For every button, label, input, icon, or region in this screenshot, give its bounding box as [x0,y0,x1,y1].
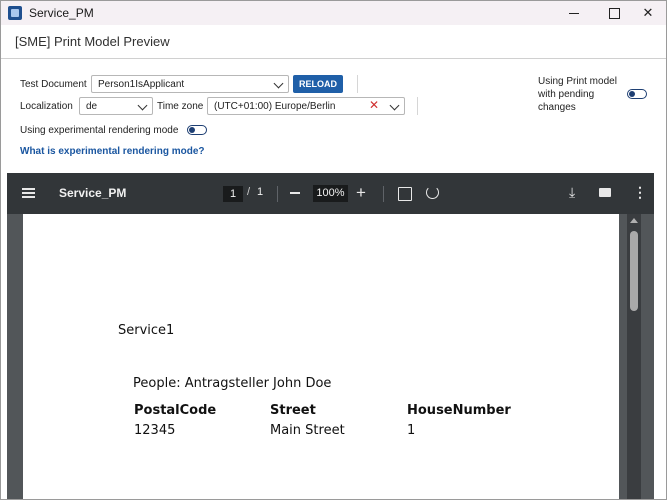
timezone-label: Time zone [157,101,204,112]
pdf-title: Service_PM [59,186,127,200]
localization-value: de [86,100,98,112]
localization-select[interactable]: de [79,97,153,115]
zoom-in-icon[interactable]: + [356,184,366,201]
download-icon[interactable]: ⤓ [569,184,575,201]
page-total: 1 [257,186,264,198]
zoom-level-input[interactable]: 100% [313,185,348,202]
experimental-mode-label: Using experimental rendering mode [20,125,179,136]
cell-postalcode: 12345 [134,423,176,438]
experimental-mode-toggle[interactable] [187,125,207,135]
vertical-scrollbar[interactable] [627,214,641,499]
divider [417,97,418,115]
toolbar-divider [277,186,278,202]
pdf-toolbar: Service_PM 1 / 1 100% + ⤓ ⋮ [7,173,654,214]
preview-settings-form: Test Document Person1IsApplicant RELOAD … [1,59,666,171]
timezone-value: (UTC+01:00) Europe/Berlin [214,100,336,112]
people-line: People: Antragsteller John Doe [133,376,332,391]
chevron-down-icon [389,100,400,111]
pending-changes-toggle[interactable] [627,89,647,99]
toggle-knob [189,126,195,133]
print-icon[interactable] [599,188,611,197]
close-button[interactable]: ✕ [625,1,666,25]
dialog-header: [SME] Print Model Preview [1,25,666,59]
close-icon: ✕ [642,5,654,20]
title-bar: Service_PM ✕ [1,1,666,25]
reload-button[interactable]: RELOAD [293,75,343,93]
more-icon[interactable]: ⋮ [633,184,647,201]
page-title: [SME] Print Model Preview [15,34,170,49]
test-document-value: Person1IsApplicant [98,78,185,90]
toolbar-divider [383,186,384,202]
cell-street: Main Street [270,423,345,438]
menu-icon[interactable] [21,186,35,200]
minimize-icon [569,12,579,14]
app-window: Service_PM ✕ [SME] Print Model Preview T… [0,0,667,500]
fit-page-icon[interactable] [398,187,412,201]
column-header-street: Street [270,403,316,418]
pending-changes-label: Using Print model with pending changes [538,76,617,113]
chevron-down-icon [137,100,148,111]
scrollbar-thumb[interactable] [630,231,638,311]
service-title: Service1 [118,323,175,338]
localization-label: Localization [20,101,73,112]
column-header-housenumber: HouseNumber [407,403,511,418]
chevron-down-icon [273,78,284,89]
toggle-knob [629,90,635,97]
maximize-icon [608,7,620,19]
rotate-icon[interactable] [426,186,439,199]
column-header-postalcode: PostalCode [134,403,217,418]
divider [357,75,358,93]
page-separator: / [247,186,251,198]
experimental-mode-help-link[interactable]: What is experimental rendering mode? [20,146,204,157]
clear-timezone-icon[interactable]: ✕ [369,99,379,111]
cell-housenumber: 1 [407,423,416,438]
window-title: Service_PM [29,6,94,20]
app-icon [8,6,22,20]
test-document-select[interactable]: Person1IsApplicant [91,75,289,93]
pdf-page: Service1 People: Antragsteller John Doe … [23,214,619,499]
test-document-label: Test Document [20,79,87,90]
pdf-viewport[interactable]: Service1 People: Antragsteller John Doe … [7,214,654,499]
page-number-input[interactable]: 1 [223,186,243,202]
zoom-out-icon[interactable] [290,192,300,194]
scroll-up-icon[interactable] [630,218,638,223]
